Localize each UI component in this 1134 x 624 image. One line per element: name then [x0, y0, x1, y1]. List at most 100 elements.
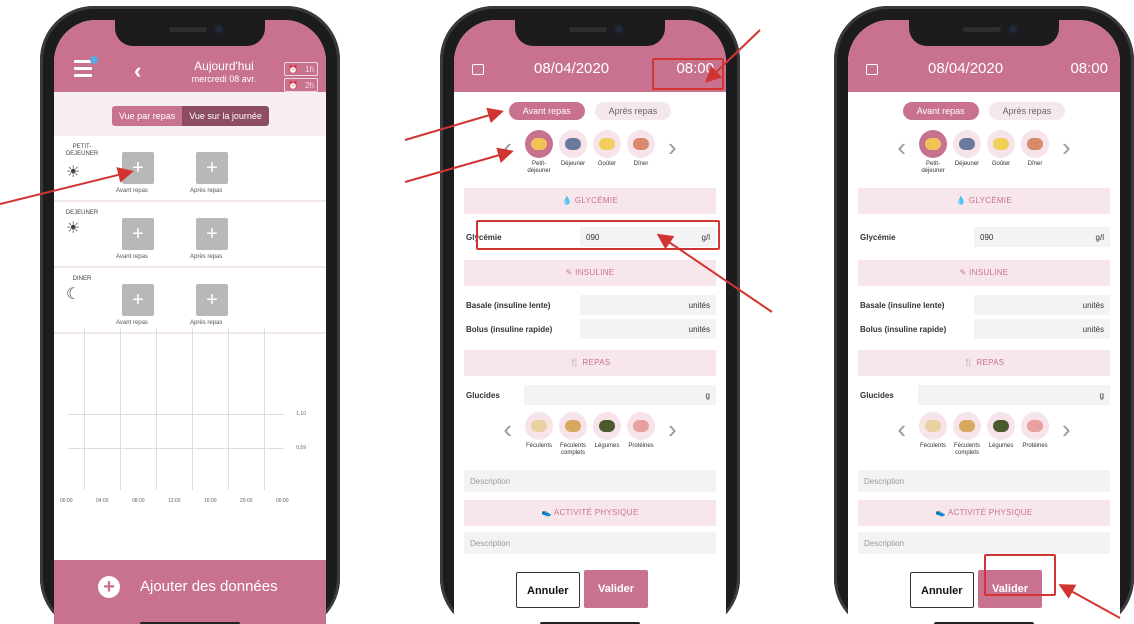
add-data-button[interactable]: + Ajouter des données: [54, 560, 326, 624]
meal-description-input[interactable]: Description: [464, 470, 716, 492]
basal-field: Basale (insuline lente) unités: [858, 294, 1110, 316]
add-after-meal-button[interactable]: +: [196, 152, 228, 184]
whole-starch-icon: [559, 412, 587, 440]
x-tick: 20:00: [240, 498, 253, 504]
tab-before-meal[interactable]: Avant repas: [902, 102, 979, 120]
chevron-right-icon[interactable]: ›: [658, 414, 687, 445]
meal-breakfast[interactable]: Petit-déjeuner: [918, 130, 948, 175]
add-after-meal-button[interactable]: +: [196, 218, 228, 250]
chevron-left-icon[interactable]: ‹: [493, 132, 522, 163]
basal-input[interactable]: unités: [580, 295, 716, 315]
chevron-left-icon[interactable]: ‹: [887, 414, 916, 445]
activity-description-input[interactable]: Description: [858, 532, 1110, 554]
alarm-2h-button[interactable]: ⏰ 2h: [284, 78, 318, 92]
chevron-right-icon[interactable]: ›: [658, 132, 687, 163]
x-tick: 16:00: [204, 498, 217, 504]
tab-before-meal[interactable]: Avant repas: [508, 102, 585, 120]
carbs-input[interactable]: g: [918, 385, 1110, 405]
x-tick: 04:00: [96, 498, 109, 504]
meal-label: Petit-déjeuner: [921, 161, 945, 174]
calendar-icon[interactable]: [472, 64, 484, 75]
meal-row-dinner: DINER ☾ + Avant repas + Après repas: [54, 270, 326, 334]
section-title: INSULINE: [575, 268, 615, 277]
meal-lunch[interactable]: Déjeuner: [952, 130, 982, 168]
syringe-icon: ✎: [565, 268, 576, 277]
back-chevron-icon[interactable]: ‹: [134, 58, 141, 84]
unit-label: unités: [688, 325, 710, 334]
cancel-button[interactable]: Annuler: [910, 572, 974, 608]
grid-line: [264, 328, 265, 490]
bolus-input[interactable]: unités: [974, 319, 1110, 339]
insulin-section: ✎ INSULINE: [464, 260, 716, 286]
add-before-meal-button[interactable]: +: [122, 284, 154, 316]
breakfast-icon: [525, 130, 553, 158]
food-whole-starch[interactable]: Féculents complets: [558, 412, 588, 457]
snack-icon: [593, 130, 621, 158]
date-value[interactable]: 08/04/2020: [928, 60, 1003, 77]
grid-line: [120, 328, 121, 490]
tab-after-meal[interactable]: Après repas: [594, 102, 672, 120]
chevron-left-icon[interactable]: ‹: [887, 132, 916, 163]
drop-icon: 💧: [562, 196, 575, 205]
x-tick: 08:00: [132, 498, 145, 504]
food-starch[interactable]: Féculents: [918, 412, 948, 450]
meal-breakfast[interactable]: Petit-déjeuner: [524, 130, 554, 175]
tab-after-meal[interactable]: Après repas: [988, 102, 1066, 120]
unit-label: unités: [1082, 325, 1104, 334]
food-proteins[interactable]: Protéines: [626, 412, 656, 450]
before-meal-label: Avant repas: [116, 188, 148, 194]
food-whole-starch[interactable]: Féculents complets: [952, 412, 982, 457]
dinner-icon: [1021, 130, 1049, 158]
add-data-label: Ajouter des données: [140, 578, 278, 595]
moon-icon: ☾: [66, 286, 81, 303]
before-meal-label: Avant repas: [116, 254, 148, 260]
meal-snack[interactable]: Goûter: [592, 130, 622, 168]
chevron-right-icon[interactable]: ›: [1052, 414, 1081, 445]
bolus-input[interactable]: unités: [580, 319, 716, 339]
meal-lunch[interactable]: Déjeuner: [558, 130, 588, 168]
meal-snack[interactable]: Goûter: [986, 130, 1016, 168]
notification-dot: [90, 56, 98, 64]
alarm-icon: ⏰: [288, 64, 298, 74]
cancel-button[interactable]: Annuler: [516, 572, 580, 608]
syringe-icon: ✎: [959, 268, 970, 277]
meal-dinner[interactable]: Dîner: [1020, 130, 1050, 168]
meal-carousel: ‹ Petit-déjeuner Déjeuner Goûter Dîner ›: [454, 130, 726, 175]
glycemia-value: 090: [980, 233, 994, 242]
add-after-meal-button[interactable]: +: [196, 284, 228, 316]
add-before-meal-button[interactable]: +: [122, 152, 154, 184]
snack-icon: [987, 130, 1015, 158]
view-per-meal-tab[interactable]: Vue par repas: [112, 106, 183, 126]
food-label: Protéines: [1022, 443, 1048, 449]
section-title: REPAS: [976, 358, 1005, 367]
grid-line: [192, 328, 193, 490]
activity-description-input[interactable]: Description: [464, 532, 716, 554]
view-day-tab[interactable]: Vue sur la journée: [182, 106, 269, 126]
chevron-left-icon[interactable]: ‹: [493, 414, 522, 445]
basal-input[interactable]: unités: [974, 295, 1110, 315]
unit-label: unités: [1082, 301, 1104, 310]
meal-description-input[interactable]: Description: [858, 470, 1110, 492]
date-value[interactable]: 08/04/2020: [534, 60, 609, 77]
add-before-meal-button[interactable]: +: [122, 218, 154, 250]
time-value[interactable]: 08:00: [1070, 60, 1108, 77]
glycemia-input[interactable]: 090 g/l: [974, 227, 1110, 247]
alarm-1h-button[interactable]: ⏰ 1h: [284, 62, 318, 76]
meal-row-lunch: DEJEUNER ☀ + Avant repas + Après repas: [54, 204, 326, 268]
calendar-icon[interactable]: [866, 64, 878, 75]
chevron-right-icon[interactable]: ›: [1052, 132, 1081, 163]
meal-dinner[interactable]: Dîner: [626, 130, 656, 168]
carbs-input[interactable]: g: [524, 385, 716, 405]
food-vegetables[interactable]: Légumes: [592, 412, 622, 450]
meal-label: DINER: [72, 276, 92, 282]
menu-icon[interactable]: [74, 56, 98, 81]
food-proteins[interactable]: Protéines: [1020, 412, 1050, 450]
food-starch[interactable]: Féculents: [524, 412, 554, 450]
starch-icon: [525, 412, 553, 440]
glycemia-section: 💧 GLYCÉMIE: [464, 188, 716, 214]
starch-icon: [919, 412, 947, 440]
bolus-field: Bolus (insuline rapide) unités: [464, 318, 716, 340]
shoe-icon: 👟: [541, 508, 554, 517]
validate-button[interactable]: Valider: [584, 570, 649, 608]
food-vegetables[interactable]: Légumes: [986, 412, 1016, 450]
